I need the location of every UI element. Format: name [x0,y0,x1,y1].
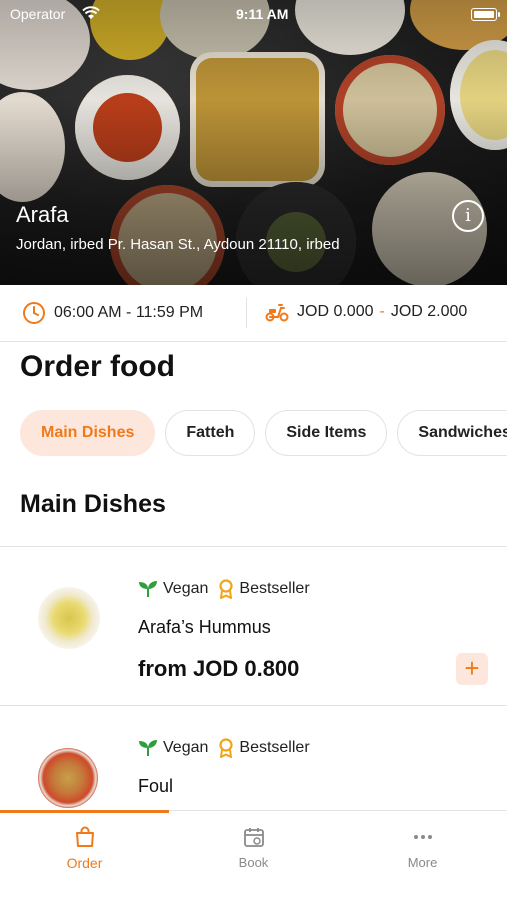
active-tab-indicator [0,810,169,813]
clock-icon [22,301,46,325]
tag-vegan-label: Vegan [163,580,209,597]
tag-vegan: Vegan [138,580,208,598]
tag-vegan: Vegan [138,739,208,757]
clock-time: 9:11 AM [236,6,289,22]
award-icon [218,579,234,599]
item-tags: Vegan Bestseller [138,579,320,599]
restaurant-address: Jordan, irbed Pr. Hasan St., Aydoun 2111… [16,236,340,253]
restaurant-hero: Operator 9:11 AM Arafa Jordan, irbed Pr.… [0,0,507,285]
item-tags: Vegan Bestseller [138,738,320,758]
restaurant-name: Arafa [16,202,69,227]
plus-icon: + [464,653,480,683]
category-heading: Main Dishes [20,490,166,518]
tab-more-label: More [407,855,438,870]
battery-icon [471,8,500,21]
scooter-icon [265,301,289,323]
category-chip-main-dishes[interactable]: Main Dishes [20,410,156,456]
add-to-cart-button[interactable]: + [456,653,488,685]
carrier-label: Operator [10,6,66,22]
tab-book-label: Book [238,855,269,870]
info-button[interactable]: i [452,200,484,232]
fee-min: JOD 0.000 [297,303,374,320]
fee-max: JOD 2.000 [390,303,468,320]
opening-hours: 06:00 AM - 11:59 PM [22,301,203,325]
bag-icon [73,825,97,849]
foul-image [38,748,98,808]
category-tabs: Main Dishes Fatteh Side Items Sandwiches [20,410,507,456]
meta-divider [246,298,247,328]
bottom-tab-bar: Order Book More [0,810,507,901]
status-bar: Operator 9:11 AM [10,6,500,24]
tag-bestseller-label: Bestseller [239,739,310,756]
hummus-image [38,587,100,649]
tag-bestseller-label: Bestseller [239,580,310,597]
tag-vegan-label: Vegan [163,739,209,756]
menu-item[interactable]: Vegan Bestseller Foul [0,706,507,810]
menu-item[interactable]: Vegan Bestseller Arafa’s Hummus from JOD… [0,547,507,705]
category-chip-sandwiches[interactable]: Sandwiches [397,410,507,456]
more-icon [411,825,435,849]
item-name: Arafa’s Hummus [138,617,271,637]
tab-order[interactable]: Order [0,825,169,871]
info-icon: i [465,205,471,226]
wifi-icon [82,6,100,23]
item-price: from JOD 0.800 [138,656,300,681]
page-title: Order food [20,350,175,383]
tab-more[interactable]: More [338,825,507,870]
tag-bestseller: Bestseller [218,738,310,758]
leaf-icon [138,739,158,757]
category-chip-side-items[interactable]: Side Items [265,410,388,456]
item-name: Foul [138,776,174,796]
calendar-icon [242,825,266,849]
tag-bestseller: Bestseller [218,579,310,599]
delivery-fee: JOD 0.000 - JOD 2.000 [265,301,467,323]
hours-text: 06:00 AM - 11:59 PM [54,304,204,321]
category-chip-fatteh[interactable]: Fatteh [165,410,256,456]
tab-book[interactable]: Book [169,825,338,870]
restaurant-meta: 06:00 AM - 11:59 PM JOD 0.000 - JOD 2.00… [0,285,507,342]
tab-order-label: Order [66,855,103,871]
award-icon [218,738,234,758]
fee-separator: - [379,303,385,320]
leaf-icon [138,580,158,598]
